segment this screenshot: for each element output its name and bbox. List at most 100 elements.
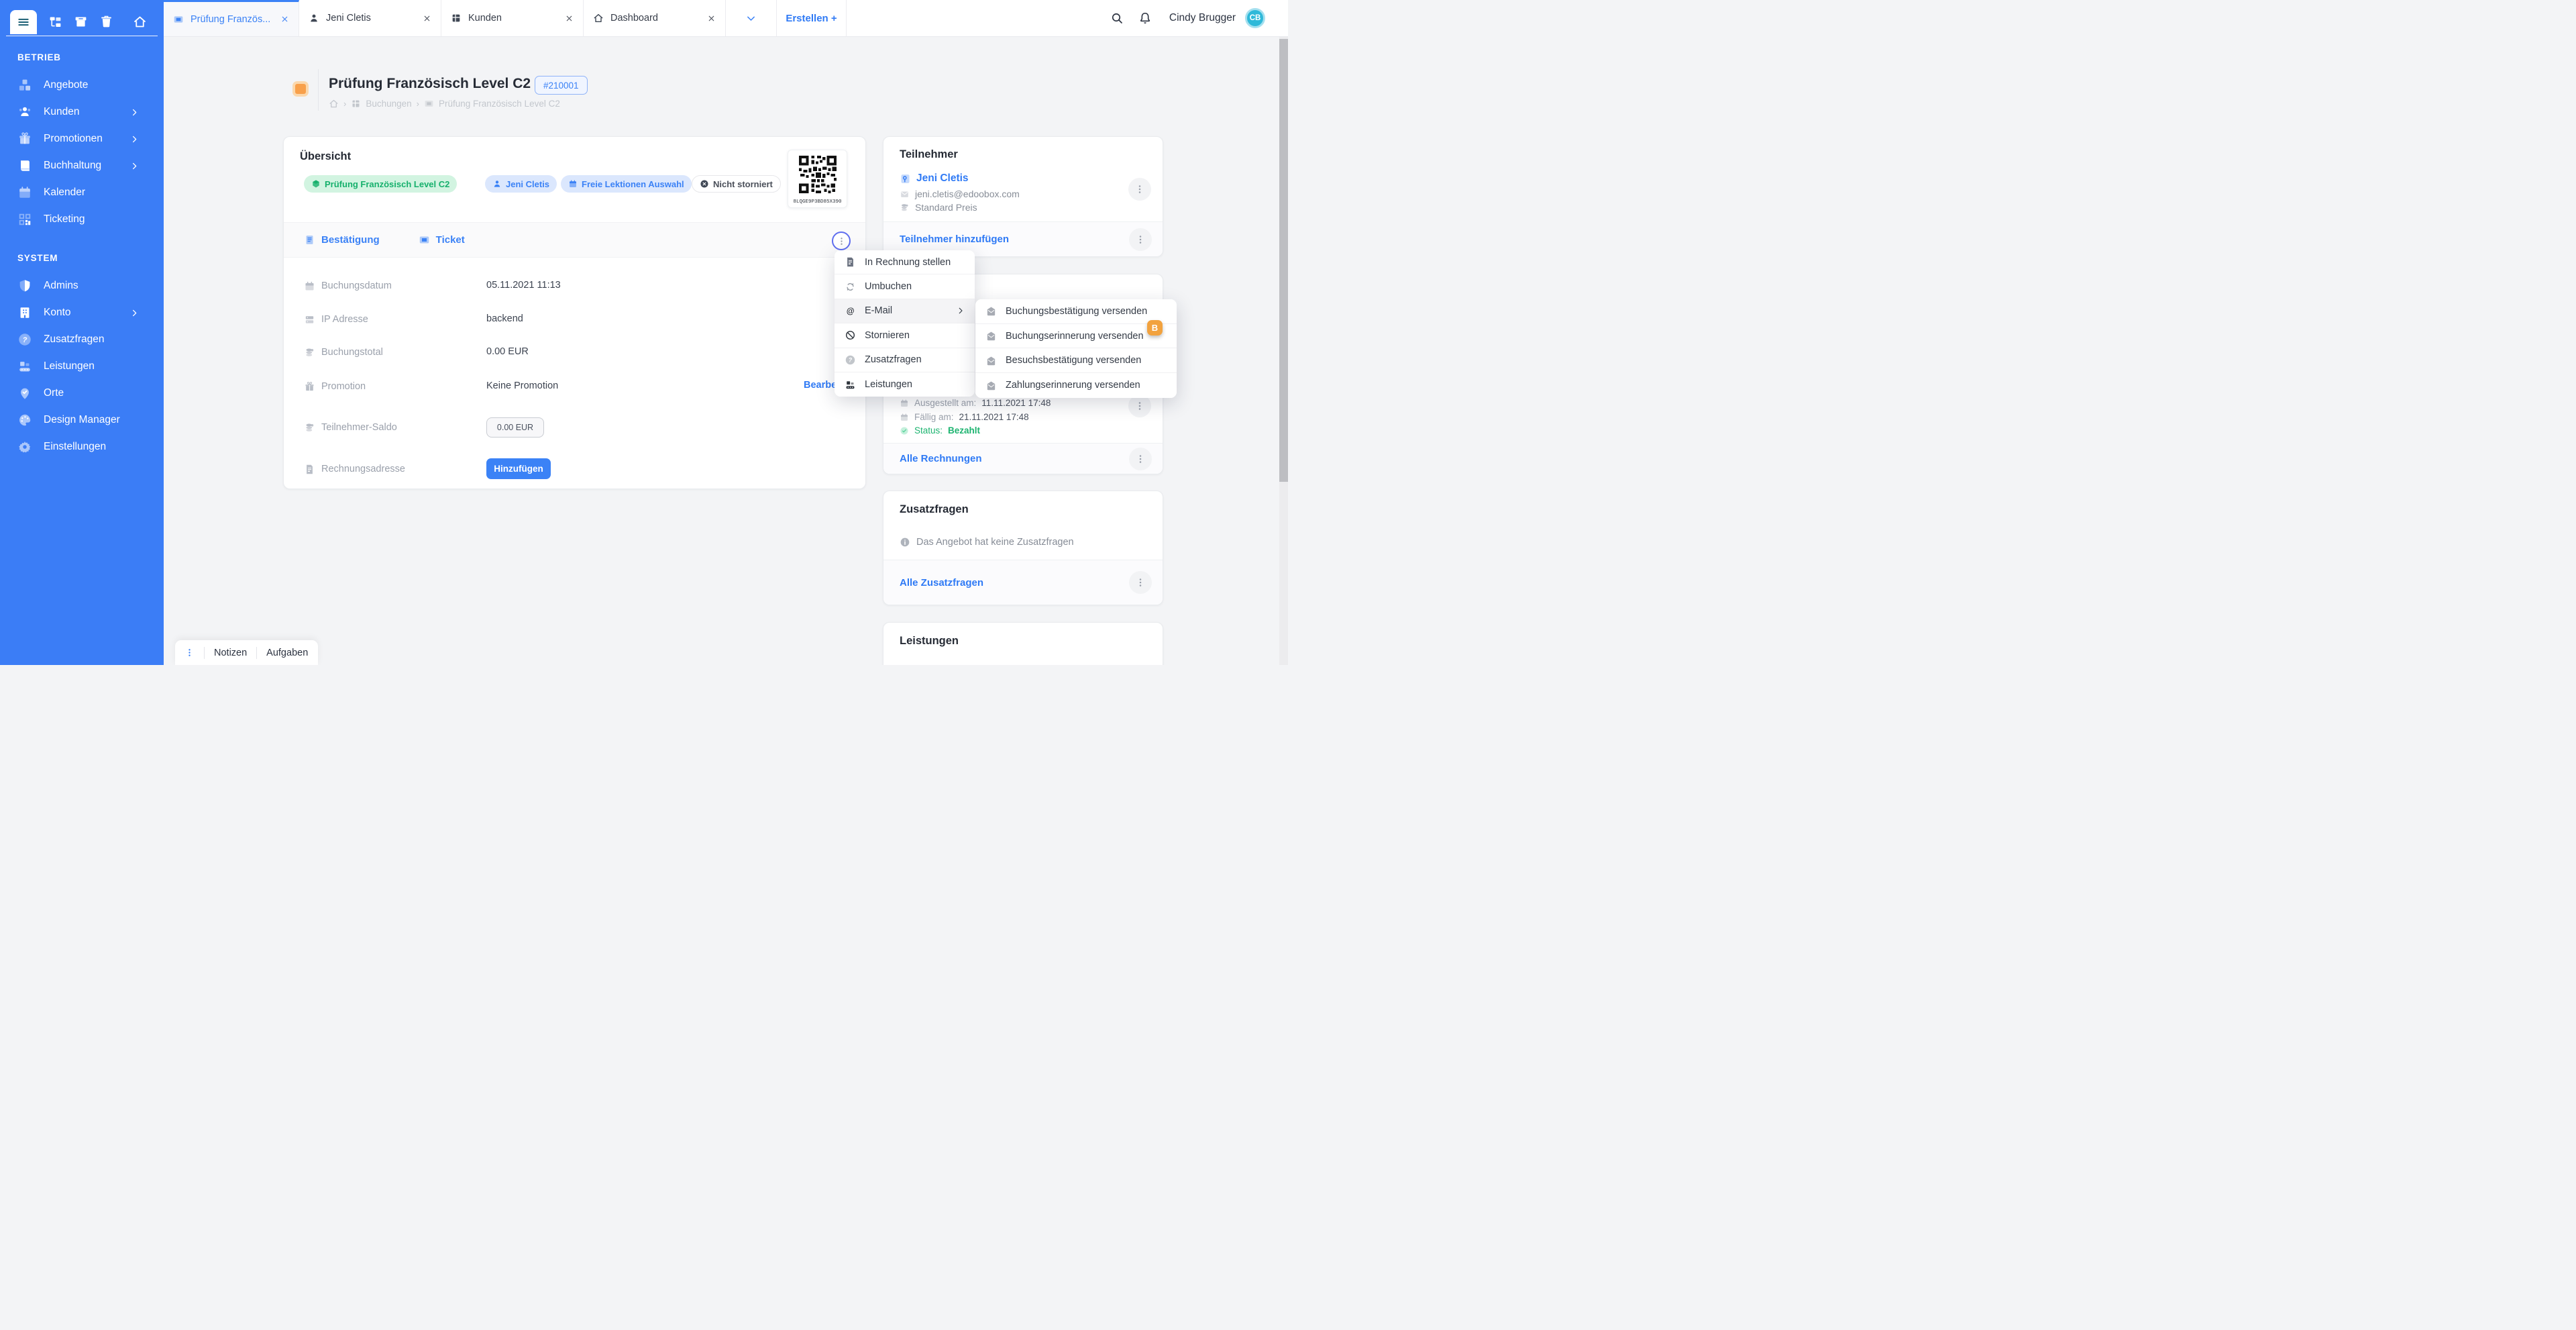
qr-code-image [798, 154, 838, 195]
sidebar-item-zusatzfragen[interactable]: ?Zusatzfragen [0, 326, 164, 353]
sidebar-header [6, 0, 158, 36]
status-badge: Bezahlt [948, 425, 980, 436]
tab-overflow-button[interactable] [726, 0, 777, 36]
submenu-item-buchungserinnerung[interactable]: Buchungserinnerung versenden [975, 324, 1177, 349]
add-billing-address-button[interactable]: Hinzufügen [486, 458, 551, 479]
invoice-actions-button[interactable] [1128, 395, 1151, 417]
qr-code-text: 8LQGE9P3BD85X390 [788, 199, 847, 205]
sidebar-item-einstellungen[interactable]: Einstellungen [0, 433, 164, 460]
sidebar-item-ticketing[interactable]: Ticketing [0, 206, 164, 233]
home-icon [133, 15, 147, 29]
all-questions-link[interactable]: Alle Zusatzfragen [900, 577, 983, 589]
sidebar-item-design-manager[interactable]: Design Manager [0, 407, 164, 433]
user-presence-badge: B [1147, 320, 1163, 336]
tab-label: Kunden [468, 13, 558, 23]
refresh-icon [845, 281, 856, 293]
tab-aufgaben[interactable]: Aufgaben [266, 648, 308, 658]
palette-icon [17, 413, 32, 427]
breadcrumb-separator: › [417, 99, 419, 109]
questions-footer-actions-button[interactable] [1129, 571, 1152, 594]
row-buchungstotal: Buchungstotal [304, 345, 383, 360]
title-divider [318, 69, 319, 111]
close-icon[interactable] [280, 15, 289, 23]
sidebar-item-buchhaltung[interactable]: Buchhaltung [0, 152, 164, 179]
tree-icon [48, 15, 62, 29]
tab-kunden[interactable]: Kunden [441, 0, 584, 36]
envelope-icon [985, 330, 997, 342]
kebab-menu-icon [1134, 184, 1145, 195]
notifications-button[interactable] [1138, 11, 1152, 25]
breadcrumb-item-buchungen[interactable]: Buchungen [366, 99, 411, 109]
sidebar-item-konto[interactable]: Konto [0, 299, 164, 326]
svg-text:?: ? [23, 336, 28, 344]
questions-empty-row: Das Angebot hat keine Zusatzfragen [900, 537, 1074, 548]
sidebar-item-label: Kunden [44, 106, 79, 118]
archive-button[interactable] [74, 15, 88, 29]
close-icon[interactable] [707, 14, 716, 23]
menu-item-stornieren[interactable]: Stornieren [835, 323, 975, 348]
questions-empty-message: Das Angebot hat keine Zusatzfragen [916, 537, 1074, 548]
menu-toggle-button[interactable] [10, 10, 37, 34]
participant-name-link[interactable]: Jeni Cletis [900, 172, 969, 185]
saldo-input[interactable] [486, 417, 544, 438]
confirmation-link[interactable]: Bestätigung [304, 234, 380, 246]
book-icon [17, 158, 32, 173]
sidebar-item-orte[interactable]: Orte [0, 380, 164, 407]
home-button[interactable] [133, 15, 147, 29]
participants-footer-actions-button[interactable] [1129, 228, 1152, 251]
close-icon[interactable] [565, 14, 574, 23]
scrollbar-thumb[interactable] [1279, 39, 1288, 482]
invoice-icon [845, 256, 856, 268]
tree-view-button[interactable] [48, 15, 62, 29]
badge-label: Freie Lektionen Auswahl [582, 179, 684, 189]
submenu-item-zahlungserinnerung[interactable]: Zahlungserinnerung versenden [975, 373, 1177, 398]
all-invoices-link[interactable]: Alle Rechnungen [900, 453, 982, 464]
ticket-icon [424, 99, 434, 109]
row-value-total: 0.00 EUR [486, 346, 529, 357]
submenu-item-besuchsbestaetigung[interactable]: Besuchsbestätigung versenden [975, 348, 1177, 373]
menu-item-in-rechnung-stellen[interactable]: In Rechnung stellen [835, 250, 975, 274]
avatar[interactable]: CB [1245, 8, 1265, 28]
scrollbar-track[interactable] [1279, 37, 1288, 665]
bottom-bar-menu-icon[interactable] [184, 648, 195, 658]
conveyor-icon [17, 359, 32, 374]
overview-actions-button[interactable] [832, 232, 851, 250]
menu-item-leistungen[interactable]: Leistungen [835, 372, 975, 397]
cubes-icon [17, 78, 32, 93]
menu-item-umbuchen[interactable]: Umbuchen [835, 274, 975, 299]
breadcrumb-item-current: Prüfung Französisch Level C2 [439, 99, 560, 109]
tab-notizen[interactable]: Notizen [214, 648, 247, 658]
home-icon[interactable] [329, 99, 339, 109]
due-label: Fällig am: [914, 412, 954, 422]
menu-item-email[interactable]: @E-Mail [835, 299, 975, 323]
sidebar-item-leistungen[interactable]: Leistungen [0, 353, 164, 380]
trash-button[interactable] [99, 15, 113, 29]
tab-pruefung-franzoesisch[interactable]: Prüfung Französ... [164, 0, 299, 36]
create-tab-button[interactable]: Erstellen + [777, 0, 847, 36]
offer-ticket-icon [292, 81, 309, 97]
close-icon[interactable] [423, 14, 431, 23]
participant-actions-button[interactable] [1128, 178, 1151, 201]
participant-email-row: jeni.cletis@edoobox.com [900, 189, 1020, 199]
users-icon [17, 105, 32, 119]
participant-price-row: Standard Preis [900, 202, 977, 213]
sidebar-item-admins[interactable]: Admins [0, 272, 164, 299]
tab-jeni-cletis[interactable]: Jeni Cletis [299, 0, 441, 36]
search-button[interactable] [1110, 11, 1124, 25]
submenu-item-buchungsbestaetigung[interactable]: Buchungsbestätigung versenden [975, 299, 1177, 324]
issued-label: Ausgestellt am: [914, 398, 976, 408]
tab-dashboard[interactable]: Dashboard [584, 0, 726, 36]
sidebar-item-angebote[interactable]: Angebote [0, 72, 164, 99]
invoices-footer-actions-button[interactable] [1129, 448, 1152, 470]
archive-icon [74, 15, 88, 29]
sidebar-item-kunden[interactable]: Kunden [0, 99, 164, 125]
sidebar-item-kalender[interactable]: Kalender [0, 179, 164, 206]
bell-icon [1138, 11, 1152, 25]
add-participant-link[interactable]: Teilnehmer hinzufügen [900, 234, 1009, 245]
questions-card-footer: Alle Zusatzfragen [883, 560, 1163, 605]
ticket-link[interactable]: Ticket [419, 234, 465, 246]
menu-item-zusatzfragen[interactable]: ?Zusatzfragen [835, 348, 975, 372]
menu-item-label: E-Mail [865, 305, 892, 316]
sidebar-item-promotionen[interactable]: Promotionen [0, 125, 164, 152]
menu-item-label: Leistungen [865, 379, 912, 390]
